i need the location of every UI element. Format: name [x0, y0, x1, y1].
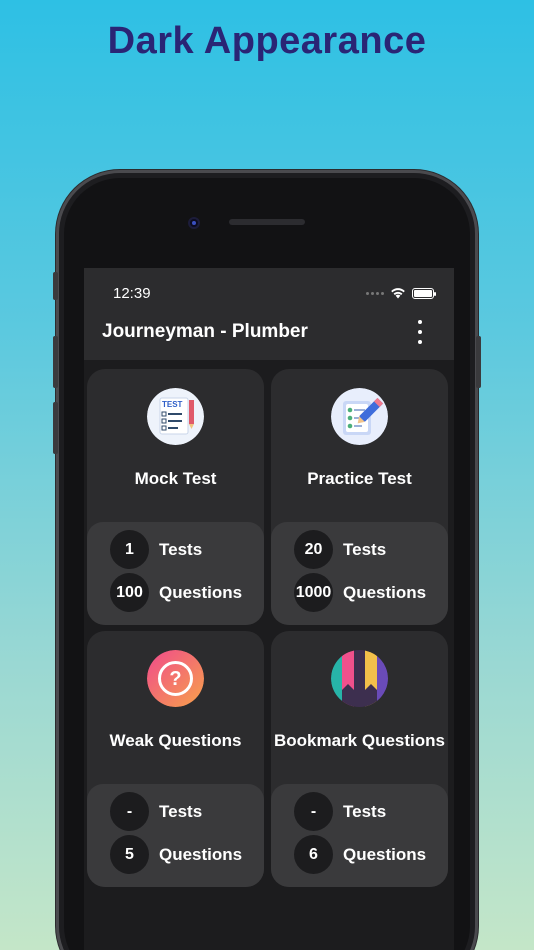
tests-stat: 20 Tests — [294, 530, 386, 569]
wifi-icon — [391, 288, 405, 299]
app-title: Journeyman - Plumber — [102, 321, 308, 342]
questions-count-badge: 100 — [110, 573, 149, 612]
svg-text:TEST: TEST — [162, 400, 183, 409]
card-stats: 20 Tests 1000 Questions — [271, 522, 448, 625]
test-checklist-icon: TEST — [147, 388, 204, 445]
questions-label: Questions — [159, 582, 243, 602]
questions-label: Questions — [159, 844, 243, 864]
questions-label: Questions — [343, 844, 427, 864]
phone-side-button — [53, 402, 58, 454]
bookmark-questions-card[interactable]: Bookmark Questions - Tests 6 Questions — [271, 631, 448, 887]
status-bar: 12:39 — [84, 268, 454, 318]
tests-count-badge: - — [110, 792, 149, 831]
headline: Dark Appearance — [107, 20, 427, 62]
app-bar: Journeyman - Plumber — [84, 318, 454, 360]
phone-side-button — [53, 336, 58, 388]
questions-count-badge: 6 — [294, 835, 333, 874]
questions-stat: 6 Questions — [294, 835, 426, 874]
phone-side-button — [53, 272, 58, 300]
tests-count-badge: 1 — [110, 530, 149, 569]
tests-label: Tests — [159, 539, 203, 559]
front-camera — [188, 217, 200, 229]
card-title: Bookmark Questions — [274, 731, 445, 750]
mock-test-card[interactable]: TEST Mock Test 1 Tests 100 Questions — [87, 369, 264, 625]
question-mark-icon: ? — [147, 650, 204, 707]
signal-icon — [366, 291, 384, 295]
tests-stat: - Tests — [294, 792, 386, 831]
questions-stat: 100 Questions — [110, 573, 242, 612]
tests-stat: - Tests — [110, 792, 202, 831]
clipboard-pencil-icon — [331, 388, 388, 445]
card-title: Practice Test — [307, 469, 412, 488]
card-title: Mock Test — [134, 469, 217, 488]
questions-count-badge: 1000 — [294, 573, 333, 612]
earpiece-speaker — [229, 219, 305, 225]
more-vertical-icon[interactable] — [412, 320, 428, 344]
questions-label: Questions — [343, 582, 427, 602]
card-title: Weak Questions — [109, 731, 242, 750]
status-icons — [366, 287, 436, 299]
tests-count-badge: 20 — [294, 530, 333, 569]
questions-stat: 5 Questions — [110, 835, 242, 874]
app-screen: 12:39 Journeyman - Plumber TEST Mock Tes… — [84, 268, 454, 950]
tests-stat: 1 Tests — [110, 530, 202, 569]
questions-stat: 1000 Questions — [294, 573, 426, 612]
weak-questions-card[interactable]: ? Weak Questions - Tests 5 Questions — [87, 631, 264, 887]
card-stats: - Tests 5 Questions — [87, 784, 264, 887]
phone-side-button — [476, 336, 481, 388]
practice-test-card[interactable]: Practice Test 20 Tests 1000 Questions — [271, 369, 448, 625]
bookmarks-icon — [331, 650, 388, 707]
battery-icon — [412, 287, 436, 299]
svg-text:?: ? — [169, 668, 181, 690]
card-stats: 1 Tests 100 Questions — [87, 522, 264, 625]
tests-label: Tests — [159, 801, 203, 821]
tests-count-badge: - — [294, 792, 333, 831]
tests-label: Tests — [343, 801, 387, 821]
questions-count-badge: 5 — [110, 835, 149, 874]
tests-label: Tests — [343, 539, 387, 559]
status-time: 12:39 — [113, 285, 151, 302]
card-stats: - Tests 6 Questions — [271, 784, 448, 887]
